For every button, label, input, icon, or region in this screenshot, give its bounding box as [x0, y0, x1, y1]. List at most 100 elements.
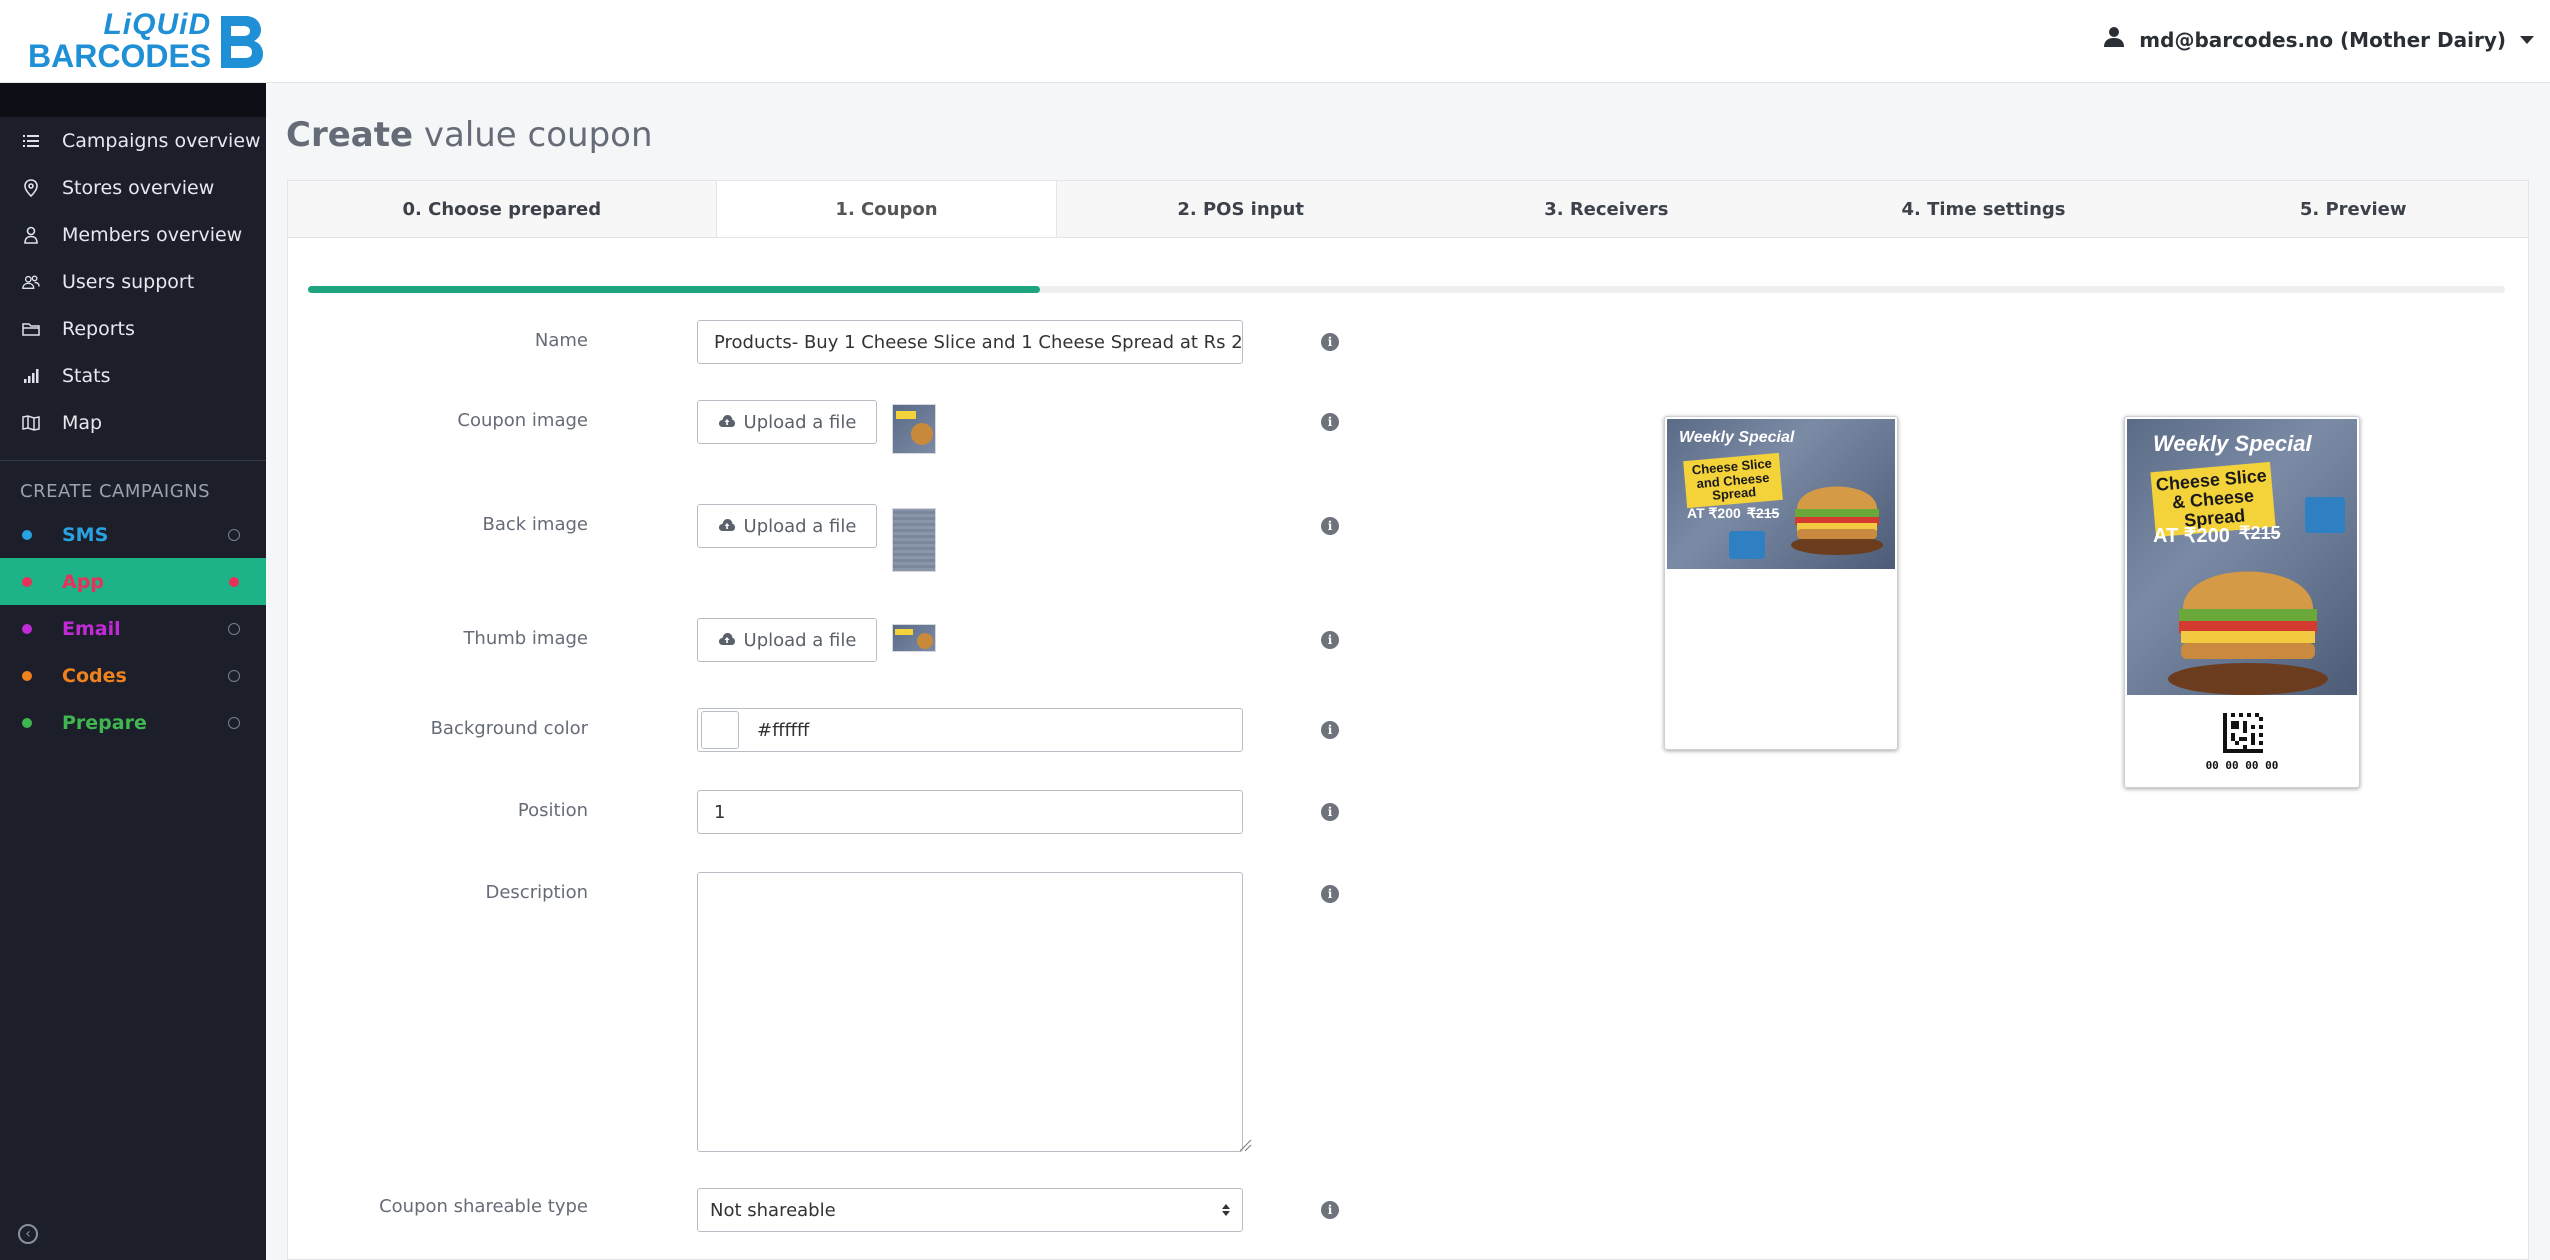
page-title-rest: value coupon	[423, 115, 653, 155]
info-icon[interactable]: i	[1321, 333, 1339, 351]
info-icon[interactable]: i	[1321, 803, 1339, 821]
description-label: Description	[485, 882, 588, 903]
sidebar-campaign-prepare[interactable]: Prepare	[0, 699, 266, 746]
name-label: Name	[534, 330, 588, 351]
logo-b-icon	[217, 14, 265, 68]
campaign-label: SMS	[62, 523, 109, 546]
chevron-down-icon	[2520, 35, 2534, 44]
sidebar-item-label: Stats	[62, 364, 111, 387]
name-input[interactable]: Products- Buy 1 Cheese Slice and 1 Chees…	[697, 320, 1243, 364]
sidebar-item-campaigns-overview[interactable]: Campaigns overview	[0, 117, 266, 164]
coupon-detail-art: Weekly Special Cheese Slice & Cheese Spr…	[2127, 419, 2357, 695]
sidebar-item-stats[interactable]: Stats	[0, 352, 266, 399]
users-icon	[22, 273, 40, 291]
info-icon[interactable]: i	[1321, 631, 1339, 649]
info-icon[interactable]: i	[1321, 721, 1339, 739]
coupon-image-thumbnail	[892, 404, 936, 454]
tab-coupon[interactable]: 1. Coupon	[715, 181, 1058, 237]
create-campaigns-heading: CREATE CAMPAIGNS	[20, 480, 211, 502]
page-title: Create value coupon	[286, 115, 653, 155]
sidebar-campaign-app[interactable]: App	[0, 558, 266, 605]
person-icon	[22, 226, 40, 244]
tab-preview[interactable]: 5. Preview	[2178, 181, 2528, 237]
circle-icon	[228, 716, 240, 729]
thumb-image-label: Thumb image	[463, 628, 588, 649]
sidebar: Campaigns overview Stores overview Membe…	[0, 83, 266, 1260]
burger-image	[2168, 571, 2328, 695]
tab-choose-prepared[interactable]: 0. Choose prepared	[288, 181, 716, 237]
list-icon	[22, 132, 40, 150]
datamatrix-barcode-icon	[2223, 713, 2263, 753]
sidebar-item-members-overview[interactable]: Members overview	[0, 211, 266, 258]
sidebar-item-label: Campaigns overview	[62, 129, 261, 152]
position-label: Position	[517, 800, 588, 821]
upload-label: Upload a file	[743, 629, 857, 651]
tab-time-settings[interactable]: 4. Time settings	[1789, 181, 2179, 237]
shareable-value: Not shareable	[710, 1199, 836, 1221]
position-input[interactable]: 1	[697, 790, 1243, 834]
sidebar-item-label: Stores overview	[62, 176, 215, 199]
background-color-label: Background color	[430, 718, 588, 739]
cloud-upload-icon	[718, 516, 736, 537]
info-icon[interactable]: i	[1321, 517, 1339, 535]
page-title-bold: Create	[286, 115, 414, 155]
wizard-tabs: 0. Choose prepared 1. Coupon 2. POS inpu…	[287, 180, 2529, 237]
product-banner: Cheese Slice and Cheese Spread	[1683, 452, 1783, 509]
campaign-label: Codes	[62, 664, 127, 687]
collapse-sidebar-icon[interactable]: ‹	[18, 1224, 38, 1244]
sidebar-item-map[interactable]: Map	[0, 399, 266, 446]
sidebar-campaign-sms[interactable]: SMS	[0, 511, 266, 558]
background-color-input[interactable]: #ffffff	[697, 708, 1243, 752]
back-image-thumbnail	[892, 508, 936, 572]
sidebar-item-stores-overview[interactable]: Stores overview	[0, 164, 266, 211]
back-image-upload-button[interactable]: Upload a file	[697, 504, 877, 548]
prepare-dot-icon	[22, 717, 32, 728]
weekly-special-text: Weekly Special	[2153, 431, 2312, 456]
logo-line-2: BARCODES	[28, 38, 212, 74]
map-pin-icon	[22, 178, 40, 197]
info-icon[interactable]: i	[1321, 1201, 1339, 1219]
coupon-image-label: Coupon image	[457, 410, 588, 431]
logo-line-1: LiQUiD	[103, 8, 212, 41]
folder-icon	[22, 320, 40, 338]
upload-label: Upload a file	[743, 411, 857, 433]
liquid-barcodes-logo[interactable]: LiQUiD BARCODES	[28, 8, 265, 74]
background-color-value: #ffffff	[757, 719, 810, 741]
bar-chart-icon	[22, 367, 40, 385]
price-text: AT ₹200	[1687, 505, 1741, 521]
back-image-label: Back image	[482, 514, 589, 535]
old-price-text: ₹215	[1747, 505, 1780, 521]
sidebar-top-strip	[0, 83, 266, 117]
circle-icon	[228, 528, 240, 541]
email-dot-icon	[22, 623, 32, 634]
coupon-detail-preview: Weekly Special Cheese Slice & Cheese Spr…	[2124, 416, 2360, 788]
cheese-pack-image	[2305, 497, 2345, 533]
wizard-progress-fill	[308, 286, 1040, 293]
app-dot-icon	[22, 576, 32, 587]
filled-circle-icon	[229, 576, 239, 587]
tab-pos-input[interactable]: 2. POS input	[1057, 181, 1424, 237]
sidebar-item-reports[interactable]: Reports	[0, 305, 266, 352]
coupon-image-upload-button[interactable]: Upload a file	[697, 400, 877, 444]
tab-receivers[interactable]: 3. Receivers	[1424, 181, 1789, 237]
sidebar-item-label: Users support	[62, 270, 195, 293]
info-icon[interactable]: i	[1321, 413, 1339, 431]
main-content: Create value coupon 0. Choose prepared 1…	[266, 83, 2550, 1260]
sidebar-divider	[0, 460, 266, 461]
burger-image	[1791, 486, 1883, 555]
sidebar-campaign-email[interactable]: Email	[0, 605, 266, 652]
info-icon[interactable]: i	[1321, 885, 1339, 903]
sms-dot-icon	[22, 529, 32, 540]
thumb-image-upload-button[interactable]: Upload a file	[697, 618, 877, 662]
coupon-front-art: Weekly Special Cheese Slice and Cheese S…	[1667, 419, 1895, 569]
resize-grip-icon[interactable]	[1238, 1138, 1252, 1152]
description-textarea[interactable]	[697, 872, 1243, 1152]
sidebar-campaign-codes[interactable]: Codes	[0, 652, 266, 699]
shareable-select[interactable]: Not shareable	[697, 1188, 1243, 1232]
campaign-label: Email	[62, 617, 121, 640]
sidebar-item-users-support[interactable]: Users support	[0, 258, 266, 305]
user-menu[interactable]: md@barcodes.no (Mother Dairy)	[2103, 26, 2534, 53]
select-arrows-icon	[1222, 1204, 1230, 1216]
weekly-special-text: Weekly Special	[1679, 429, 1795, 446]
color-swatch[interactable]	[701, 711, 739, 749]
